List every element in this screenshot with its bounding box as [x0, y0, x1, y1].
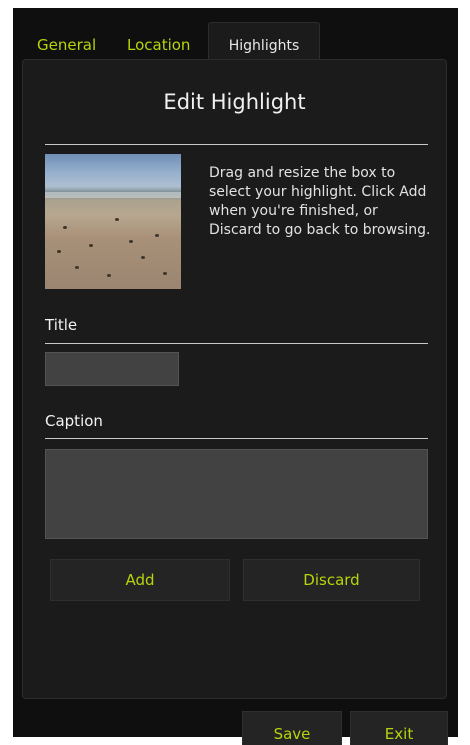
thumbnail-detail — [129, 240, 133, 243]
title-input[interactable] — [45, 352, 179, 386]
edit-highlight-panel: Edit Highlight Drag and resize the box t… — [22, 59, 447, 699]
save-button[interactable]: Save — [242, 711, 342, 745]
highlight-thumbnail[interactable] — [45, 154, 181, 289]
thumbnail-detail — [63, 226, 67, 229]
title-label-divider — [45, 343, 428, 344]
thumbnail-detail — [107, 274, 111, 277]
thumbnail-detail — [163, 272, 167, 275]
highlight-editor-window: General Location Highlights Edit Highlig… — [13, 8, 458, 745]
discard-button[interactable]: Discard — [243, 559, 420, 601]
thumbnail-detail — [141, 256, 145, 259]
caption-input[interactable] — [45, 449, 428, 539]
thumbnail-detail — [89, 244, 93, 247]
add-button[interactable]: Add — [50, 559, 230, 601]
tab-highlights[interactable]: Highlights — [208, 22, 320, 60]
caption-label: Caption — [45, 412, 103, 430]
thumbnail-detail — [115, 218, 119, 221]
tab-bar: General Location Highlights — [13, 8, 458, 60]
thumbnail-surf — [45, 192, 181, 198]
exit-button[interactable]: Exit — [350, 711, 448, 745]
panel-title: Edit Highlight — [163, 90, 306, 114]
instructions-text: Drag and resize the box to select your h… — [209, 165, 431, 238]
thumbnail-detail — [57, 250, 61, 253]
title-label: Title — [45, 316, 78, 334]
thumbnail-detail — [75, 266, 79, 269]
title-divider — [45, 144, 428, 145]
thumbnail-detail — [155, 234, 159, 237]
tab-location[interactable]: Location — [127, 36, 190, 54]
tab-general[interactable]: General — [37, 36, 96, 54]
caption-label-divider — [45, 438, 428, 439]
